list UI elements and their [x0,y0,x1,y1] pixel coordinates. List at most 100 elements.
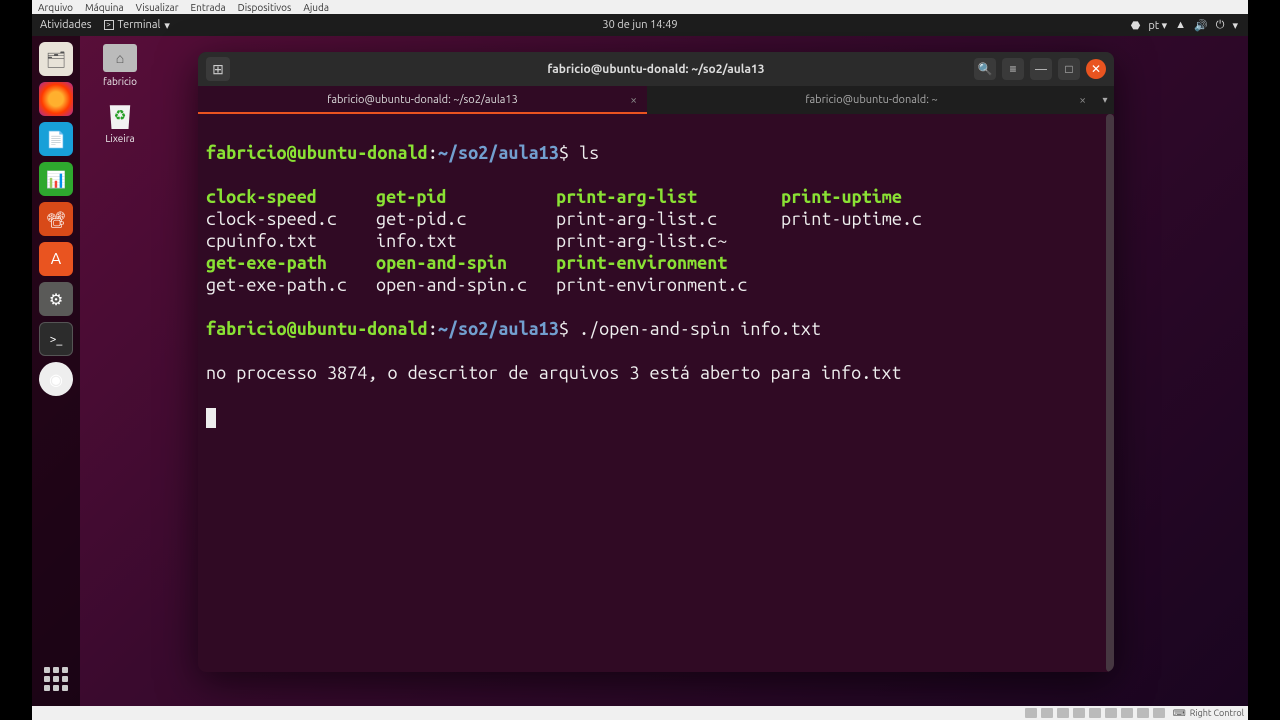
dock-writer[interactable]: 📄 [39,122,73,156]
terminal-icon: >_ [50,333,63,346]
dock-impress[interactable]: 📽 [39,202,73,236]
ls-entry: open-and-spin.c [376,274,556,296]
dock-firefox[interactable] [39,82,73,116]
terminal-tab-1[interactable]: fabricio@ubuntu-donald: ~/so2/aula13 × [198,86,647,114]
command-ls: ls [579,143,599,163]
dock-settings[interactable]: ⚙ [39,282,73,316]
tab-label: fabricio@ubuntu-donald: ~/so2/aula13 [327,94,518,106]
ls-entry: print-environment [556,252,781,274]
search-icon: 🔍 [978,62,993,76]
vbox-audio-icon[interactable] [1057,708,1069,718]
vbox-network-icon[interactable] [1073,708,1085,718]
vbox-statusbar: ⌨ Right Control [32,706,1248,720]
maximize-button[interactable]: □ [1058,58,1080,80]
vbox-menu-maquina[interactable]: Máquina [85,2,124,13]
minimize-icon: — [1035,63,1047,76]
desktop-icons: ⌂ fabricio Lixeira [92,44,148,144]
shield-icon[interactable]: ⬣ [1131,19,1141,32]
tab-label: fabricio@ubuntu-donald: ~ [805,94,937,106]
home-icon: ⌂ [103,44,137,72]
terminal-scrollbar[interactable] [1106,114,1114,672]
ls-entry: print-arg-list.c [556,208,781,230]
ubuntu-desktop: Atividades > Terminal ▾ 30 de jun 14:49 … [32,14,1248,706]
ubuntu-dock: 🗂 📄 📊 📽 A ⚙ >_ ◉ [32,36,80,706]
vbox-host-key: Right Control [1190,708,1244,718]
terminal-icon: > [104,20,114,30]
prompt-path: ~/so2/aula13 [438,319,559,339]
prompt-user: fabricio@ubuntu-donald [206,143,428,163]
ls-entry: get-exe-path.c [206,274,376,296]
app-menu[interactable]: > Terminal ▾ [100,17,174,34]
ls-entry: print-uptime [781,186,902,208]
close-button[interactable]: ✕ [1086,59,1106,79]
cursor [206,408,216,428]
tabs-dropdown[interactable]: ▾ [1096,86,1114,114]
new-tab-button[interactable]: ⊞ [206,57,230,81]
ls-entry: print-arg-list [556,186,781,208]
vbox-shared-icon[interactable] [1105,708,1117,718]
tab-close-icon[interactable]: × [630,94,637,107]
desktop-trash[interactable]: Lixeira [92,101,148,144]
ls-entry: clock-speed.c [206,208,376,230]
plus-tab-icon: ⊞ [212,61,224,78]
terminal-body[interactable]: fabricio@ubuntu-donald:~/so2/aula13$ ls … [198,114,1114,672]
chevron-down-icon[interactable]: ▾ [1232,19,1238,32]
vbox-usb-icon[interactable] [1089,708,1101,718]
power-icon[interactable]: ⏻ [1216,19,1225,32]
dock-calc[interactable]: 📊 [39,162,73,196]
terminal-tabs: fabricio@ubuntu-donald: ~/so2/aula13 × f… [198,86,1114,114]
vbox-display-icon[interactable] [1121,708,1133,718]
trash-icon [103,101,137,129]
vbox-menu-ajuda[interactable]: Ajuda [303,2,329,13]
clock[interactable]: 30 de jun 14:49 [602,19,677,31]
volume-icon[interactable]: 🔊 [1194,19,1208,32]
gnome-topbar: Atividades > Terminal ▾ 30 de jun 14:49 … [32,14,1248,36]
ls-entry: info.txt [376,230,556,252]
vbox-cpu-icon[interactable] [1153,708,1165,718]
vbox-recording-icon[interactable] [1137,708,1149,718]
prompt-path: ~/so2/aula13 [438,143,559,163]
activities-button[interactable]: Atividades [40,19,92,31]
vbox-menu-entrada[interactable]: Entrada [191,2,226,13]
terminal-titlebar[interactable]: ⊞ fabricio@ubuntu-donald: ~/so2/aula13 🔍… [198,52,1114,86]
prompt-user: fabricio@ubuntu-donald [206,319,428,339]
close-icon: ✕ [1091,62,1101,76]
chevron-down-icon: ▾ [164,19,170,32]
desktop-trash-label: Lixeira [105,133,134,144]
ls-entry: print-uptime.c [781,208,922,230]
ls-entry: get-pid [376,186,556,208]
minimize-button[interactable]: — [1030,58,1052,80]
vbox-hdd-icon[interactable] [1025,708,1037,718]
ls-entry: get-pid.c [376,208,556,230]
dock-show-apps[interactable] [41,664,71,694]
desktop-home-folder[interactable]: ⌂ fabricio [92,44,148,87]
vbox-menu-visualizar[interactable]: Visualizar [136,2,179,13]
ls-entry: get-exe-path [206,252,376,274]
network-icon[interactable]: ▲ [1175,19,1186,31]
vbox-menubar: Arquivo Máquina Visualizar Entrada Dispo… [32,0,1248,14]
folder-icon: 🗂 [46,50,66,69]
keyboard-layout[interactable]: pt ▾ [1148,19,1167,32]
dock-software[interactable]: A [39,242,73,276]
vbox-optical-icon[interactable] [1041,708,1053,718]
vbox-menu-arquivo[interactable]: Arquivo [38,2,73,13]
program-output: no processo 3874, o descritor de arquivo… [206,362,1106,384]
ls-entry: print-environment.c [556,274,781,296]
maximize-icon: □ [1065,62,1072,76]
ls-output: clock-speedget-pidprint-arg-listprint-up… [206,186,1106,296]
menu-icon: ≡ [1009,62,1016,76]
ls-entry: cpuinfo.txt [206,230,376,252]
app-menu-label: Terminal [118,19,161,31]
vbox-menu-dispositivos[interactable]: Dispositivos [238,2,292,13]
search-button[interactable]: 🔍 [974,58,996,80]
dock-disc[interactable]: ◉ [39,362,73,396]
dock-files[interactable]: 🗂 [39,42,73,76]
ls-entry: print-arg-list.c~ [556,230,781,252]
command-open-and-spin: ./open-and-spin info.txt [579,319,821,339]
terminal-tab-2[interactable]: fabricio@ubuntu-donald: ~ × [647,86,1096,114]
hamburger-menu[interactable]: ≡ [1002,58,1024,80]
gear-icon: ⚙ [49,290,63,309]
window-title: fabricio@ubuntu-donald: ~/so2/aula13 [547,63,764,76]
tab-close-icon[interactable]: × [1079,94,1086,107]
dock-terminal[interactable]: >_ [39,322,73,356]
